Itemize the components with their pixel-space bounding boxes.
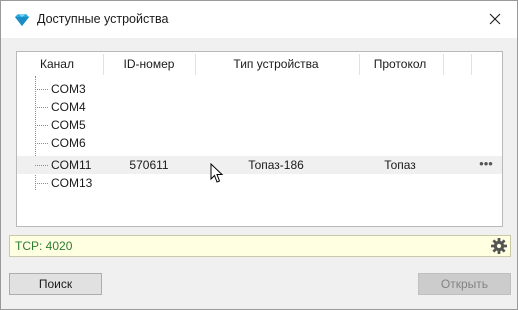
list-header: Канал ID-номер Тип устройства Протокол [17,52,502,76]
tree-branch [35,165,48,166]
title-bar: Доступные устройства [1,1,517,38]
id-cell: 570611 [129,158,169,172]
list-item[interactable]: COM5 [17,116,502,134]
tree-branch [35,89,48,90]
list-item[interactable]: COM13 [17,174,502,192]
mouse-cursor-icon [210,162,224,187]
channel-cell: COM6 [51,136,86,150]
list-item[interactable]: COM6 [17,134,502,152]
channel-cell: COM4 [51,100,86,114]
diamond-icon [14,12,30,28]
channel-cell: COM13 [51,176,93,190]
column-divider[interactable] [443,54,444,75]
tree-branch [35,183,48,184]
more-options-button[interactable]: ••• [472,156,500,174]
close-icon [489,13,501,25]
gear-icon[interactable] [490,237,508,255]
channel-cell: COM5 [51,118,86,132]
open-button[interactable]: Открыть [418,273,511,295]
channel-cell: COM3 [51,82,86,96]
tree-branch [35,143,48,144]
column-header-device-type[interactable]: Тип устройства [196,52,356,76]
search-button[interactable]: Поиск [9,273,102,295]
list-item-selected[interactable]: COM11 570611 Топаз-186 Топаз ••• [17,156,502,174]
connection-status: TCP: 4020 [15,239,73,253]
status-bar: TCP: 4020 [9,235,511,257]
column-header-id[interactable]: ID-номер [104,52,194,76]
tree-branch [35,107,48,108]
column-divider[interactable] [471,54,472,75]
dialog-window: Доступные устройства Канал ID-номер Тип … [0,0,518,310]
close-button[interactable] [473,1,517,38]
tree-branch [35,125,48,126]
column-header-protocol[interactable]: Протокол [360,52,440,76]
window-title: Доступные устройства [37,12,169,26]
list-item[interactable]: COM3 [17,80,502,98]
column-header-channel[interactable]: Канал [17,52,97,76]
list-item[interactable]: COM4 [17,98,502,116]
protocol-cell: Топаз [384,158,416,172]
channel-cell: COM11 [51,158,92,172]
devices-list[interactable]: Канал ID-номер Тип устройства Протокол C… [16,51,503,227]
